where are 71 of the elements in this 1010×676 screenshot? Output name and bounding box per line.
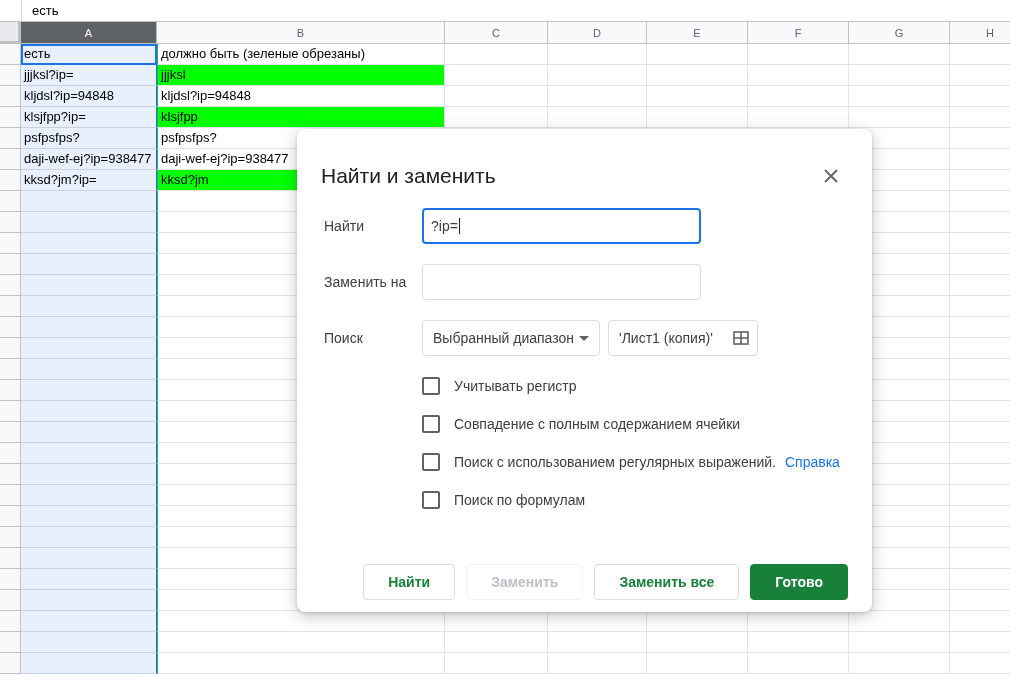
row-header[interactable] — [0, 296, 21, 317]
dialog-button[interactable]: Найти — [363, 564, 456, 600]
row-header[interactable] — [0, 212, 21, 233]
column-header[interactable]: B — [157, 22, 445, 44]
row-header[interactable] — [0, 464, 21, 485]
row-header[interactable] — [0, 65, 21, 86]
table-cell: jjjksl — [157, 65, 445, 86]
row-header[interactable] — [0, 548, 21, 569]
close-icon[interactable] — [824, 169, 838, 183]
row-header[interactable] — [0, 170, 21, 191]
row-header[interactable] — [0, 128, 21, 149]
row-header[interactable] — [0, 149, 21, 170]
row-header[interactable] — [0, 485, 21, 506]
checkbox[interactable] — [422, 491, 440, 509]
row-header[interactable] — [0, 359, 21, 380]
select-all-corner[interactable] — [0, 22, 21, 44]
row-header[interactable] — [0, 317, 21, 338]
row-header[interactable] — [0, 107, 21, 128]
formula-bar-value[interactable]: есть — [32, 3, 59, 18]
checkbox[interactable] — [422, 415, 440, 433]
checkbox[interactable] — [422, 453, 440, 471]
option-label: Совпадение с полным содержанием ячейки — [454, 416, 741, 432]
table-cell: есть — [21, 44, 157, 65]
row-header[interactable] — [0, 254, 21, 275]
row-header[interactable] — [0, 611, 21, 632]
column-header[interactable]: G — [849, 22, 950, 44]
range-field[interactable]: 'Лист1 (копия)' — [608, 320, 758, 356]
option-label: Поиск по формулам — [454, 492, 586, 508]
row-header[interactable] — [0, 191, 21, 212]
row-header[interactable] — [0, 233, 21, 254]
column-header[interactable]: A — [21, 22, 157, 44]
row-header[interactable] — [0, 86, 21, 107]
row-header[interactable] — [0, 527, 21, 548]
table-cell: klsjfpp — [157, 107, 445, 128]
column-header[interactable]: E — [647, 22, 748, 44]
find-field[interactable]: ?ip= — [422, 208, 701, 244]
row-header[interactable] — [0, 632, 21, 653]
field-label: Поиск — [323, 330, 364, 346]
row-header[interactable] — [0, 506, 21, 527]
row-header[interactable] — [0, 338, 21, 359]
row-header[interactable] — [0, 44, 21, 65]
replace-field[interactable] — [422, 264, 701, 300]
table-cell: kksd?jm?ip= — [21, 170, 157, 191]
table-cell: kljdsl?ip=94848 — [21, 86, 157, 107]
row-header[interactable] — [0, 275, 21, 296]
table-cell: jjjksl?ip= — [21, 65, 157, 86]
option-label: Поиск с использованием регулярных выражений. — [454, 454, 776, 470]
field-label: Заменить на — [323, 274, 408, 290]
row-header[interactable] — [0, 590, 21, 611]
help-link[interactable]: Справка — [784, 454, 840, 470]
column-header[interactable]: F — [748, 22, 849, 44]
checkbox[interactable] — [422, 377, 440, 395]
column-header[interactable]: D — [548, 22, 647, 44]
scope-dropdown[interactable]: Выбранный диапазон — [422, 320, 600, 356]
row-header[interactable] — [0, 443, 21, 464]
row-header[interactable] — [0, 653, 21, 674]
field-label: Найти — [323, 218, 365, 234]
column-header[interactable]: H — [950, 22, 1010, 44]
grid-icon[interactable] — [733, 331, 749, 345]
caret-icon — [579, 335, 589, 341]
row-header[interactable] — [0, 569, 21, 590]
table-cell: psfpsfps? — [21, 128, 157, 149]
dialog-button[interactable]: Заменить все — [594, 564, 740, 600]
dialog-button[interactable]: Готово — [750, 564, 848, 600]
row-header[interactable] — [0, 401, 21, 422]
row-header[interactable] — [0, 422, 21, 443]
option-label: Учитывать регистр — [454, 378, 577, 394]
row-header[interactable] — [0, 380, 21, 401]
column-header[interactable]: C — [445, 22, 548, 44]
table-cell: klsjfpp?ip= — [21, 107, 157, 128]
table-cell: daji-wef-ej?ip=938477 — [21, 149, 157, 170]
